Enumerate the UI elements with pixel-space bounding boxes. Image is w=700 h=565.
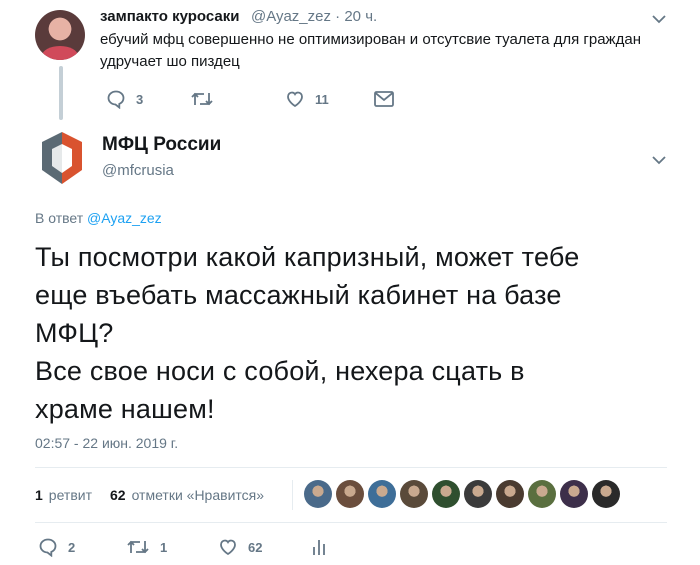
- reply-count: 2: [68, 539, 76, 555]
- heart-icon: [220, 539, 236, 556]
- tweet-text-line: МФЦ?: [35, 318, 114, 348]
- account-handle[interactable]: @mfcrusia: [102, 162, 174, 179]
- liker-avatar[interactable]: [304, 480, 332, 508]
- liker-avatar[interactable]: [560, 480, 588, 508]
- reply-context: В ответ @Ayaz_zez: [35, 210, 162, 226]
- likes-count: 62: [110, 487, 126, 503]
- author-name[interactable]: зампакто куросаки: [100, 8, 239, 25]
- chevron-down-icon[interactable]: [650, 12, 668, 26]
- user-avatar[interactable]: [35, 10, 85, 60]
- retweet-button[interactable]: 1: [126, 537, 167, 557]
- stats-separator: [292, 480, 293, 510]
- like-count: 11: [315, 91, 329, 107]
- tweet-text-line: Ты посмотри какой капризный, может тебе: [35, 242, 580, 272]
- engagement-stats: 1 ретвит 62 отметки «Нравится»: [35, 487, 264, 503]
- liker-avatar[interactable]: [528, 480, 556, 508]
- retweet-icon: [191, 92, 213, 106]
- divider: [35, 467, 667, 468]
- retweet-count: 1: [160, 539, 168, 555]
- like-button[interactable]: 11: [285, 89, 329, 109]
- liker-avatar[interactable]: [592, 480, 620, 508]
- tweet-text-line: Все свое носи с собой, нехера сцать в: [35, 356, 525, 386]
- tweet-text-line: еще въебать массажный кабинет на базе: [35, 280, 562, 310]
- tweet-text: ебучий мфц совершенно не оптимизирован и…: [100, 31, 641, 70]
- retweets-count: 1: [35, 487, 43, 503]
- account-name[interactable]: МФЦ России: [102, 134, 221, 156]
- liker-avatar[interactable]: [496, 480, 524, 508]
- reply-icon: [107, 90, 125, 109]
- liker-avatars: [304, 480, 620, 508]
- meta-dot: ·: [335, 8, 341, 25]
- bar-chart-icon: [313, 540, 325, 555]
- thread-connector-line: [59, 66, 63, 120]
- divider: [35, 522, 667, 523]
- heart-icon: [287, 91, 303, 108]
- mfc-logo-avatar[interactable]: [40, 130, 84, 186]
- reply-icon: [39, 538, 57, 557]
- dm-button[interactable]: [373, 90, 395, 108]
- reply-count: 3: [136, 91, 144, 107]
- likes-label: отметки «Нравится»: [131, 487, 265, 503]
- reply-button[interactable]: 3: [106, 89, 143, 109]
- retweets-stat[interactable]: 1 ретвит: [35, 487, 92, 503]
- tweet-time[interactable]: 20 ч.: [344, 8, 377, 25]
- likes-stat[interactable]: 62 отметки «Нравится»: [110, 487, 264, 503]
- author-meta: @Ayaz_zez · 20 ч.: [251, 8, 377, 25]
- like-button[interactable]: 62: [218, 537, 262, 557]
- chevron-down-icon[interactable]: [650, 153, 668, 167]
- tweet-timestamp[interactable]: 02:57 - 22 июн. 2019 г.: [35, 435, 178, 451]
- like-count: 62: [248, 539, 263, 555]
- reply-to-link[interactable]: @Ayaz_zez: [87, 210, 162, 226]
- liker-avatar[interactable]: [400, 480, 428, 508]
- author-handle[interactable]: @Ayaz_zez: [251, 8, 331, 25]
- liker-avatar[interactable]: [368, 480, 396, 508]
- retweet-icon: [127, 540, 149, 554]
- tweet-text-line: храме нашем!: [35, 394, 215, 424]
- liker-avatar[interactable]: [432, 480, 460, 508]
- reply-button[interactable]: 2: [38, 537, 75, 557]
- liker-avatar[interactable]: [464, 480, 492, 508]
- tweet-text: Ты посмотри какой капризный, может тебе …: [35, 238, 675, 428]
- retweet-button[interactable]: [190, 89, 224, 109]
- reply-prefix: В ответ: [35, 210, 84, 226]
- liker-avatar[interactable]: [336, 480, 364, 508]
- analytics-button[interactable]: [311, 538, 327, 556]
- envelope-icon: [374, 91, 394, 107]
- retweets-label: ретвит: [48, 487, 92, 503]
